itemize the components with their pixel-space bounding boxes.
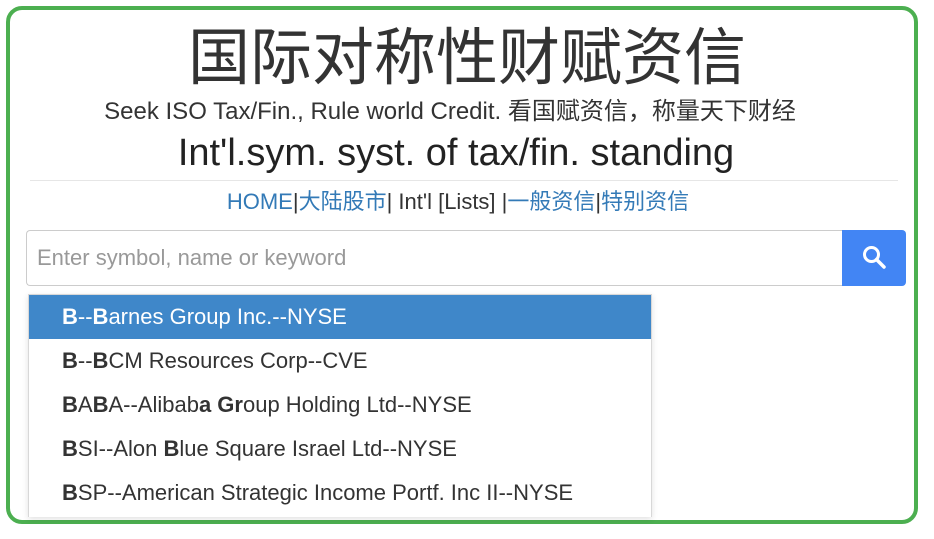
divider [30, 180, 898, 181]
search-icon [861, 244, 887, 273]
nav-intl-lists: Int'l [Lists] [392, 189, 502, 214]
top-nav: HOME|大陆股市| Int'l [Lists] |一般资信|特别资信 [0, 188, 916, 216]
page-title: 国际对称性财赋资信 [187, 21, 746, 94]
nav-mainland-stocks-link[interactable]: 大陆股市 [299, 189, 387, 214]
autocomplete-item[interactable]: BSP--American Strategic Income Portf. In… [29, 471, 651, 515]
search-input[interactable] [26, 230, 842, 286]
page-tagline: Int'l.sym. syst. of tax/fin. standing [177, 132, 735, 174]
nav-general-credit-link[interactable]: 一般资信 [507, 189, 595, 214]
page-subtitle: Seek ISO Tax/Fin., Rule world Credit. 看国… [104, 98, 796, 125]
search-button[interactable] [842, 230, 906, 286]
autocomplete-item[interactable]: B--BCM Resources Corp--CVE [29, 339, 651, 383]
autocomplete-item[interactable]: BSI--Alon Blue Square Israel Ltd--NYSE [29, 427, 651, 471]
nav-home-link[interactable]: HOME [227, 189, 293, 214]
autocomplete-dropdown: B--Barnes Group Inc.--NYSE B--BCM Resourc… [28, 294, 652, 517]
autocomplete-item[interactable]: B--Barnes Group Inc.--NYSE [29, 295, 651, 339]
nav-special-credit-link[interactable]: 特别资信 [601, 189, 689, 214]
autocomplete-item[interactable]: BABA--Alibaba Group Holding Ltd--NYSE [29, 383, 651, 427]
search-bar [26, 230, 906, 286]
